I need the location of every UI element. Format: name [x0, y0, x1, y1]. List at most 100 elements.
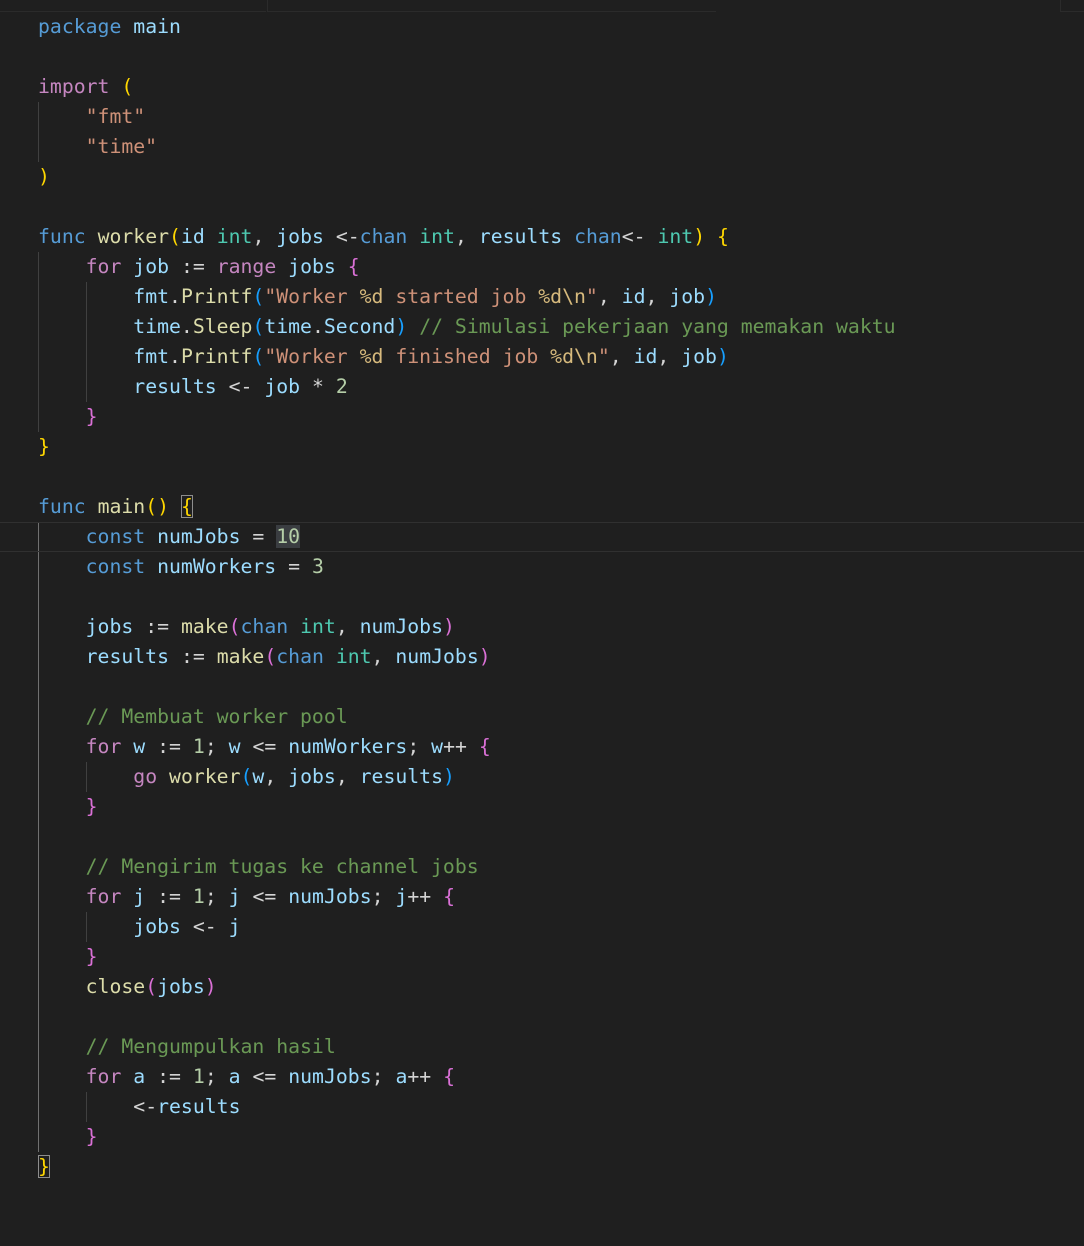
code-line[interactable]: } — [38, 432, 1084, 462]
punctuation-token: , — [371, 645, 396, 668]
punctuation-token — [181, 1065, 193, 1088]
function-name-token: Sleep — [192, 315, 253, 338]
keyword-token: func — [38, 225, 86, 248]
punctuation-token: , — [264, 765, 289, 788]
operator-token: <- — [621, 225, 646, 248]
code-line[interactable]: import ( — [38, 72, 1084, 102]
code-line[interactable]: "fmt" — [38, 102, 1084, 132]
punctuation-token — [38, 945, 86, 968]
keyword-token: chan — [240, 615, 289, 638]
code-line[interactable]: time.Sleep(time.Second) // Simulasi peke… — [38, 312, 1084, 342]
code-line[interactable] — [38, 462, 1084, 492]
punctuation-token — [705, 225, 717, 248]
punctuation-token — [467, 735, 479, 758]
type-token: int — [216, 225, 253, 248]
code-line[interactable] — [38, 822, 1084, 852]
code-line[interactable]: package main — [38, 12, 1084, 42]
punctuation-token: , — [657, 345, 682, 368]
identifier-token: fmt — [133, 345, 170, 368]
code-line[interactable]: for w := 1; w <= numWorkers; w++ { — [38, 732, 1084, 762]
code-line[interactable]: <-results — [38, 1092, 1084, 1122]
punctuation-token — [562, 225, 574, 248]
punctuation-token: , — [609, 345, 634, 368]
control-keyword-token: for — [85, 735, 122, 758]
code-line[interactable]: jobs <- j — [38, 912, 1084, 942]
code-line[interactable] — [38, 1002, 1084, 1032]
type-token: int — [657, 225, 694, 248]
punctuation-token: ; — [407, 735, 432, 758]
identifier-token: jobs — [157, 975, 205, 998]
code-lines[interactable]: package main import ( "fmt" "time") func w… — [0, 12, 1084, 1182]
code-line[interactable]: go worker(w, jobs, results) — [38, 762, 1084, 792]
punctuation-token — [38, 525, 86, 548]
code-line[interactable] — [38, 42, 1084, 72]
code-editor[interactable]: package main import ( "fmt" "time") func w… — [0, 0, 1084, 1246]
code-line[interactable]: fmt.Printf("Worker %d started job %d\n",… — [38, 282, 1084, 312]
punctuation-token: , — [645, 285, 670, 308]
code-line[interactable]: } — [38, 792, 1084, 822]
code-line[interactable]: // Mengumpulkan hasil — [38, 1032, 1084, 1062]
code-line[interactable]: results <- job * 2 — [38, 372, 1084, 402]
code-line[interactable]: } — [38, 402, 1084, 432]
operator-token: <= — [252, 1065, 277, 1088]
code-line[interactable] — [38, 192, 1084, 222]
punctuation-token — [241, 735, 253, 758]
punctuation-token — [86, 495, 98, 518]
code-line[interactable]: func worker(id int, jobs <-chan int, res… — [38, 222, 1084, 252]
bracket-token: ) — [716, 345, 729, 368]
punctuation-token: ; — [371, 1065, 396, 1088]
number-literal-token: 2 — [335, 375, 348, 398]
punctuation-token — [205, 225, 217, 248]
bracket-token: ) — [395, 315, 408, 338]
code-line[interactable]: "time" — [38, 132, 1084, 162]
code-line[interactable]: jobs := make(chan int, numJobs) — [38, 612, 1084, 642]
code-line[interactable]: // Mengirim tugas ke channel jobs — [38, 852, 1084, 882]
comment-token: // Mengirim tugas ke channel jobs — [85, 855, 479, 878]
punctuation-token — [276, 255, 288, 278]
code-line[interactable]: for j := 1; j <= numJobs; j++ { — [38, 882, 1084, 912]
identifier-token: id — [633, 345, 658, 368]
operator-token: <= — [252, 735, 277, 758]
type-token: int — [335, 645, 372, 668]
punctuation-token: , — [335, 765, 360, 788]
code-line[interactable]: results := make(chan int, numJobs) — [38, 642, 1084, 672]
operator-token: ++ — [407, 1065, 432, 1088]
code-line[interactable]: close(jobs) — [38, 972, 1084, 1002]
code-line[interactable]: } — [38, 1152, 1084, 1182]
code-line[interactable]: // Membuat worker pool — [38, 702, 1084, 732]
punctuation-token — [38, 915, 133, 938]
code-line[interactable]: func main() { — [38, 492, 1084, 522]
punctuation-token — [38, 375, 133, 398]
code-line[interactable]: } — [38, 1122, 1084, 1152]
code-line[interactable]: for job := range jobs { — [38, 252, 1084, 282]
punctuation-token: ; — [204, 885, 229, 908]
bracket-token: ) — [204, 975, 217, 998]
control-keyword-token: import — [38, 75, 110, 98]
punctuation-token — [38, 855, 86, 878]
punctuation-token — [205, 255, 217, 278]
string-token: "fmt" — [85, 105, 146, 128]
punctuation-token — [121, 15, 133, 38]
code-line[interactable]: const numWorkers = 3 — [38, 552, 1084, 582]
identifier-token: results — [133, 375, 217, 398]
code-line[interactable] — [38, 582, 1084, 612]
bracket-token: } — [85, 795, 98, 818]
punctuation-token — [38, 315, 133, 338]
bracket-token: } — [38, 435, 50, 458]
punctuation-token — [241, 885, 253, 908]
code-line-current[interactable]: const numJobs = 10 — [0, 522, 1084, 552]
operator-token: := — [157, 735, 181, 758]
tab-strip-segment — [0, 0, 266, 12]
identifier-token: id — [180, 225, 205, 248]
code-line[interactable]: for a := 1; a <= numJobs; a++ { — [38, 1062, 1084, 1092]
punctuation-token — [38, 705, 86, 728]
operator-token: * — [311, 375, 324, 398]
code-line[interactable]: } — [38, 942, 1084, 972]
code-line[interactable]: ) — [38, 162, 1084, 192]
function-name-token: worker — [97, 225, 170, 248]
comment-token: // Mengumpulkan hasil — [85, 1035, 336, 1058]
code-line[interactable] — [38, 672, 1084, 702]
identifier-token: job — [264, 375, 301, 398]
number-literal-token: 1 — [192, 1065, 205, 1088]
code-line[interactable]: fmt.Printf("Worker %d finished job %d\n"… — [38, 342, 1084, 372]
